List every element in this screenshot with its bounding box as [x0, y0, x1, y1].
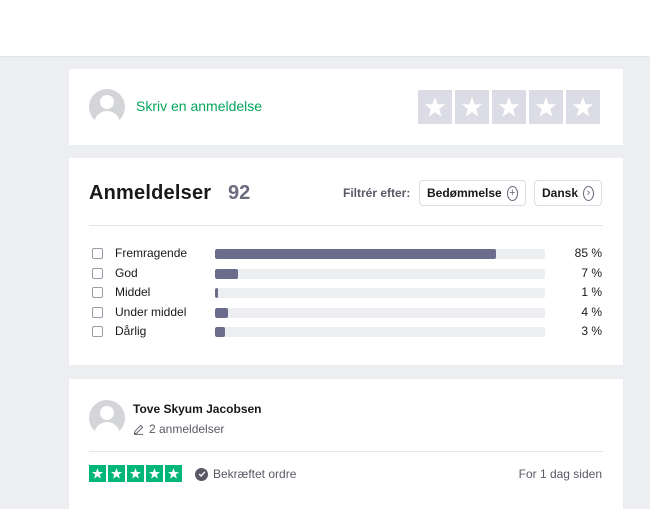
pencil-icon: [133, 424, 144, 435]
rating-filter-checkbox[interactable]: [92, 267, 103, 279]
rating-label: God: [115, 265, 138, 280]
top-navigation-bar: [0, 0, 650, 57]
rating-bar[interactable]: [215, 288, 545, 299]
review-star-rating: [89, 465, 182, 482]
filter-rating-label: Bedømmelse: [427, 186, 502, 200]
filter-rating-button[interactable]: Bedømmelse +: [419, 180, 526, 206]
star-icon: [127, 465, 144, 482]
chevron-right-circle-icon: ›: [583, 185, 594, 201]
reviewer-review-count: 2 anmeldelser: [133, 422, 224, 436]
star-5-button[interactable]: [566, 90, 600, 124]
rating-row[interactable]: Fremragende 85 %: [92, 245, 602, 263]
rating-filter-checkbox[interactable]: [92, 326, 103, 338]
star-rating-input[interactable]: [418, 90, 600, 124]
filter-language-label: Dansk: [542, 186, 579, 200]
reviews-title: Anmeldelser: [89, 182, 212, 204]
user-avatar: [89, 89, 125, 125]
star-icon: [461, 97, 483, 117]
star-1-button[interactable]: [418, 90, 452, 124]
reviewer-avatar[interactable]: [89, 400, 125, 436]
rating-row[interactable]: God 7 %: [92, 265, 602, 283]
rating-percent: 3 %: [581, 324, 602, 339]
star-icon: [89, 465, 106, 482]
star-icon: [424, 97, 446, 117]
rating-label: Fremragende: [115, 246, 188, 260]
rating-filter-checkbox[interactable]: [92, 287, 103, 299]
rating-bar[interactable]: [215, 327, 545, 338]
star-icon: [146, 465, 163, 482]
rating-bar[interactable]: [215, 307, 545, 318]
review-card: Tove Skyum Jacobsen 2 anmeldelser Bekræf…: [69, 379, 623, 509]
star-icon: [165, 465, 182, 482]
rating-label: Under middel: [115, 304, 187, 319]
plus-circle-icon: +: [506, 185, 518, 201]
rating-filter-checkbox[interactable]: [92, 248, 103, 259]
verified-order-label: Bekræftet ordre: [213, 467, 297, 481]
star-2-button[interactable]: [455, 90, 489, 124]
filter-label: Filtrér efter:: [343, 186, 411, 200]
star-3-button[interactable]: [492, 90, 526, 124]
rating-percent: 7 %: [581, 265, 602, 280]
rating-row[interactable]: Middel 1 %: [92, 284, 602, 302]
rating-label: Dårlig: [115, 324, 147, 339]
rating-bar[interactable]: [215, 268, 545, 279]
reviewer-name[interactable]: Tove Skyum Jacobsen: [133, 402, 262, 416]
rating-percent: 1 %: [581, 285, 602, 300]
checkmark-icon: [195, 467, 208, 481]
rating-percent: 85 %: [574, 246, 602, 260]
rating-bar-fill: [215, 249, 496, 259]
write-review-card: Skriv en anmeldelse: [69, 69, 623, 145]
filter-language-button[interactable]: Dansk ›: [534, 180, 602, 206]
rating-filter-checkbox[interactable]: [92, 306, 103, 318]
reviews-summary-card: Anmeldelser 92 Filtrér efter: Bedømmelse…: [69, 158, 623, 365]
star-4-button[interactable]: [529, 90, 563, 124]
star-icon: [572, 97, 594, 117]
rating-percent: 4 %: [581, 304, 602, 319]
star-icon: [535, 97, 557, 117]
rating-bar-fill: [215, 327, 225, 338]
reviewer-review-count-text: 2 anmeldelser: [149, 422, 225, 436]
rating-bar-fill: [215, 307, 229, 318]
rating-bar-fill: [215, 288, 219, 299]
rating-bar-fill: [215, 268, 239, 279]
review-date: For 1 dag siden: [518, 467, 602, 481]
rating-bar[interactable]: [215, 249, 545, 259]
rating-row[interactable]: Dårlig 3 %: [92, 323, 602, 341]
rating-row[interactable]: Under middel 4 %: [92, 304, 602, 322]
write-review-link[interactable]: Skriv en anmeldelse: [136, 98, 262, 114]
star-icon: [108, 465, 125, 482]
divider: [89, 451, 603, 452]
verified-order-badge[interactable]: Bekræftet ordre: [195, 467, 296, 481]
star-icon: [498, 97, 520, 117]
rating-label: Middel: [115, 285, 151, 300]
reviews-count: 92: [228, 182, 251, 204]
divider: [89, 225, 603, 226]
